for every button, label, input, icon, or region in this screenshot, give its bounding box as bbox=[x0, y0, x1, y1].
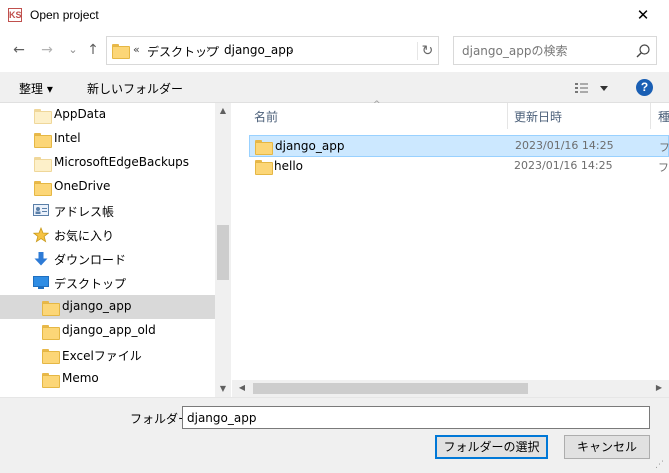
column-header-name[interactable]: 名前 bbox=[254, 108, 278, 125]
folder-icon bbox=[42, 349, 60, 364]
nav-item-onedrive[interactable]: OneDrive bbox=[0, 175, 215, 199]
nav-item-label: Memo bbox=[62, 371, 99, 385]
cancel-button[interactable]: キャンセル bbox=[564, 435, 650, 459]
column-divider[interactable] bbox=[650, 103, 651, 129]
folder-icon bbox=[34, 157, 52, 172]
file-row-hello[interactable]: hello 2023/01/16 14:25 ファ bbox=[249, 156, 669, 178]
search-icon[interactable] bbox=[635, 43, 651, 59]
forward-button[interactable]: → bbox=[38, 41, 56, 59]
nav-item-appdata[interactable]: AppData bbox=[0, 103, 215, 127]
folder-icon bbox=[34, 133, 52, 148]
horizontal-scrollbar-thumb[interactable] bbox=[253, 383, 528, 394]
search-input[interactable] bbox=[462, 43, 622, 59]
star-icon bbox=[33, 227, 49, 243]
breadcrumb-separator[interactable]: › bbox=[289, 42, 294, 56]
scroll-right-arrow[interactable]: ▶ bbox=[651, 380, 667, 396]
file-type: ファ bbox=[658, 161, 668, 174]
file-row-django-app[interactable]: django_app 2023/01/16 14:25 ファ bbox=[249, 135, 669, 157]
nav-item-memo[interactable]: Memo bbox=[0, 367, 215, 391]
recent-locations-button[interactable]: ⌄ bbox=[64, 41, 82, 59]
nav-item-intel[interactable]: Intel bbox=[0, 127, 215, 151]
address-bar[interactable]: « デスクトップ › django_app › ↻ bbox=[106, 36, 439, 65]
column-divider[interactable] bbox=[507, 103, 508, 129]
nav-item-django-app-old[interactable]: django_app_old bbox=[0, 319, 215, 343]
column-header-modified[interactable]: 更新日時 bbox=[514, 108, 562, 125]
file-type: ファ bbox=[659, 141, 669, 154]
organize-button[interactable]: 整理 ▾ bbox=[19, 80, 53, 97]
app-icon: KS bbox=[8, 8, 22, 22]
nav-item-label: django_app bbox=[62, 299, 132, 313]
nav-item-label: お気に入り bbox=[54, 229, 115, 243]
scroll-left-arrow[interactable]: ◀ bbox=[234, 380, 250, 396]
file-name: django_app bbox=[275, 139, 345, 153]
select-folder-button[interactable]: フォルダーの選択 bbox=[435, 435, 548, 459]
desktop-icon bbox=[33, 276, 49, 289]
window-title: Open project bbox=[30, 8, 99, 22]
scroll-up-arrow[interactable]: ▲ bbox=[215, 103, 231, 119]
folder-icon bbox=[34, 109, 52, 124]
nav-item-label: django_app_old bbox=[62, 323, 156, 337]
folder-icon bbox=[42, 325, 60, 340]
folder-icon bbox=[112, 44, 130, 59]
folder-name-input[interactable] bbox=[182, 406, 650, 429]
title-bar bbox=[0, 0, 669, 31]
nav-item-desktop[interactable]: デスクトップ bbox=[0, 271, 215, 295]
nav-item-label: アドレス帳 bbox=[54, 205, 115, 219]
folder-icon bbox=[34, 181, 52, 196]
nav-scrollbar-thumb[interactable] bbox=[217, 225, 229, 280]
file-date: 2023/01/16 14:25 bbox=[515, 139, 614, 152]
view-options-icon[interactable] bbox=[574, 79, 610, 97]
nav-item-django-app[interactable]: django_app bbox=[0, 295, 215, 319]
contacts-icon bbox=[33, 204, 49, 216]
nav-item-label: Excelファイル bbox=[62, 349, 142, 363]
nav-item-excel-files[interactable]: Excelファイル bbox=[0, 343, 215, 367]
back-button[interactable]: ← bbox=[10, 41, 28, 59]
resize-grip-icon[interactable]: ⋰ bbox=[655, 459, 667, 471]
folder-icon bbox=[255, 140, 273, 155]
breadcrumb-separator[interactable]: › bbox=[206, 42, 211, 56]
file-date: 2023/01/16 14:25 bbox=[514, 159, 613, 172]
breadcrumb-overflow[interactable]: « bbox=[133, 43, 140, 56]
download-icon bbox=[34, 252, 48, 266]
file-name: hello bbox=[274, 159, 303, 173]
folder-icon bbox=[42, 373, 60, 388]
nav-item-label: Intel bbox=[54, 131, 81, 145]
refresh-button[interactable]: ↻ bbox=[417, 42, 437, 60]
nav-item-label: AppData bbox=[54, 107, 107, 121]
search-box[interactable] bbox=[453, 36, 657, 65]
column-header-type[interactable]: 種 bbox=[658, 108, 669, 125]
up-button[interactable]: ↑ bbox=[84, 41, 102, 59]
folder-icon bbox=[42, 301, 60, 316]
new-folder-button[interactable]: 新しいフォルダー bbox=[87, 80, 183, 97]
close-button[interactable]: ✕ bbox=[630, 4, 656, 26]
help-button[interactable]: ? bbox=[636, 79, 653, 96]
nav-item-favorites[interactable]: お気に入り bbox=[0, 223, 215, 247]
nav-item-label: デスクトップ bbox=[54, 277, 127, 291]
nav-item-label: ダウンロード bbox=[54, 253, 127, 267]
folder-icon bbox=[255, 160, 273, 175]
nav-item-label: OneDrive bbox=[54, 179, 111, 193]
breadcrumb-django-app[interactable]: django_app bbox=[224, 43, 293, 57]
navigation-pane[interactable]: AppData Intel MicrosoftEdgeBackups OneDr… bbox=[0, 103, 231, 397]
nav-item-microsoftedgebackups[interactable]: MicrosoftEdgeBackups bbox=[0, 151, 215, 175]
nav-item-contacts[interactable]: アドレス帳 bbox=[0, 199, 215, 223]
nav-item-downloads[interactable]: ダウンロード bbox=[0, 247, 215, 271]
scroll-down-arrow[interactable]: ▼ bbox=[215, 381, 231, 397]
nav-item-label: MicrosoftEdgeBackups bbox=[54, 155, 190, 169]
sort-ascending-icon: ^ bbox=[373, 100, 381, 110]
